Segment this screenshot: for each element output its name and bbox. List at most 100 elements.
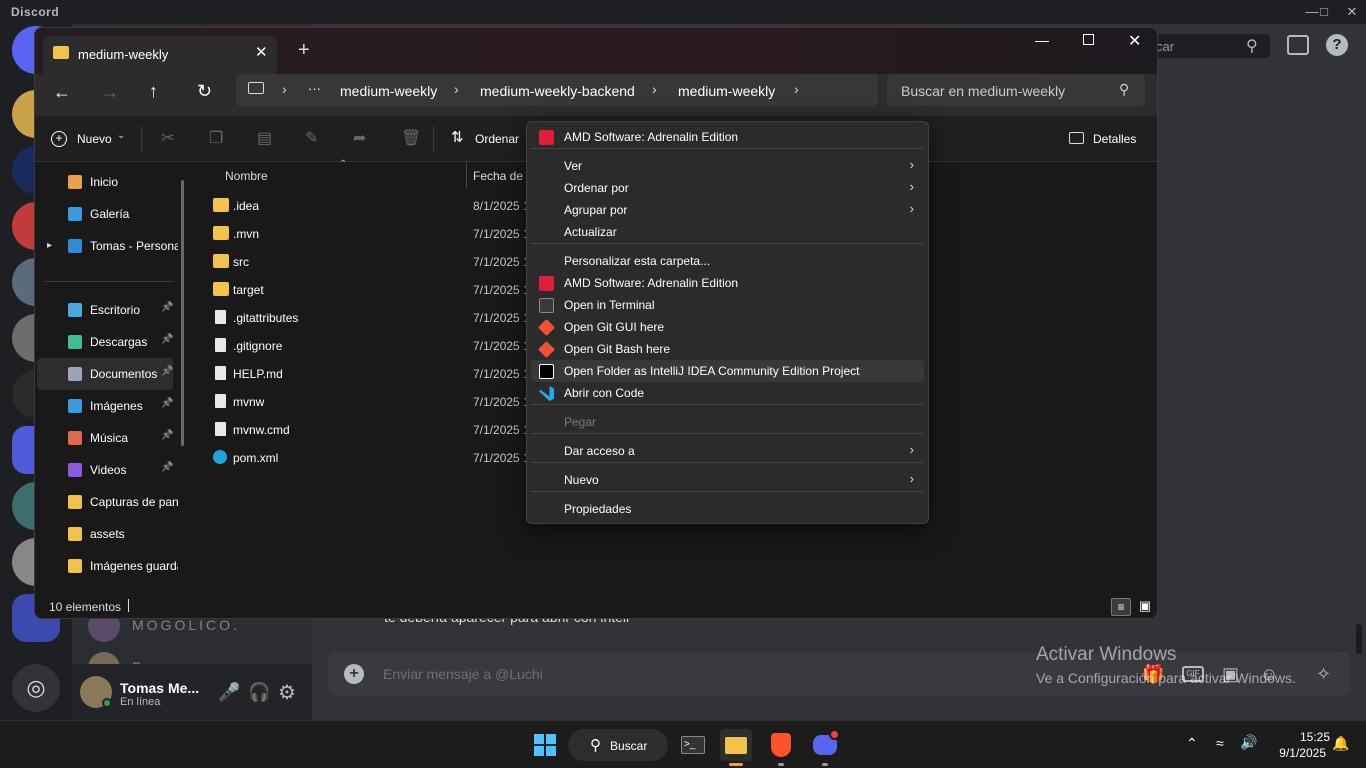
breadcrumb-item[interactable]: medium-weekly: [678, 83, 775, 99]
terminal-icon[interactable]: >_: [677, 729, 709, 761]
menu-item[interactable]: Agrupar por ›: [531, 199, 924, 221]
clock-date[interactable]: 9/1/2025: [1270, 746, 1326, 760]
close-tab-icon[interactable]: ✕: [255, 43, 268, 61]
sidebar-item[interactable]: Imágenes guardadas: [35, 551, 180, 581]
microphone-icon[interactable]: 🎤: [218, 682, 240, 703]
menu-item-label: Ordenar por: [564, 181, 629, 195]
menu-item[interactable]: Nuevo ›: [531, 469, 924, 491]
new-tab-button[interactable]: +: [298, 39, 310, 62]
inbox-icon[interactable]: [1287, 35, 1309, 55]
taskbar-search-button[interactable]: ⚲ Buscar: [568, 729, 668, 761]
menu-item[interactable]: AMD Software: Adrenalin Edition: [531, 272, 924, 294]
forward-arrow-icon[interactable]: →: [101, 82, 119, 103]
volume-icon[interactable]: 🔊: [1240, 734, 1257, 751]
sidebar-item[interactable]: Inicio: [35, 167, 180, 197]
scrollbar[interactable]: [1356, 624, 1362, 654]
paste-icon[interactable]: ▤: [257, 128, 272, 148]
menu-item-label: Personalizar esta carpeta...: [564, 254, 711, 268]
sidebar-item[interactable]: Galería: [35, 199, 180, 229]
menu-item[interactable]: Actualizar: [531, 221, 924, 243]
folder-icon: [68, 527, 82, 541]
menu-item[interactable]: Open in Terminal: [531, 294, 924, 316]
file-name: mvnw: [233, 395, 265, 409]
share-icon[interactable]: ➦: [353, 128, 366, 148]
activate-windows-watermark: Activar Windows Ve a Configuración para …: [1036, 644, 1296, 686]
sort-button[interactable]: Ordenar: [475, 132, 519, 146]
maximize-icon[interactable]: [1083, 34, 1094, 45]
sidebar-item[interactable]: assets: [35, 519, 180, 549]
dm-name[interactable]: MOGOLICO.: [132, 617, 240, 633]
onedrive-icon: [68, 239, 82, 253]
discord-taskbar-icon[interactable]: [809, 729, 841, 761]
menu-item[interactable]: Abrir con Code: [531, 382, 924, 404]
sidebar-item[interactable]: Escritorio 📌: [35, 295, 180, 325]
up-arrow-icon[interactable]: ↑: [149, 81, 158, 102]
discover-icon[interactable]: ◎: [12, 664, 60, 712]
menu-item[interactable]: Open Git Bash here: [531, 338, 924, 360]
navigation-pane: ▸ Inicio Galería Tomas - Personal Escritori…: [35, 162, 191, 594]
menu-item[interactable]: AMD Software: Adrenalin Edition: [531, 126, 924, 148]
breadcrumb[interactable]: › ··· medium-weekly › medium-weekly-back…: [236, 74, 878, 106]
breadcrumb-item[interactable]: medium-weekly-backend: [480, 83, 635, 99]
back-arrow-icon[interactable]: ←: [53, 82, 71, 103]
sidebar-item[interactable]: Documentos 📌: [35, 359, 180, 389]
copy-icon[interactable]: ❐: [209, 128, 223, 148]
tab-medium-weekly[interactable]: medium-weekly ✕: [43, 36, 277, 74]
column-header-name[interactable]: Nombre: [225, 169, 268, 183]
notifications-icon[interactable]: 🔔: [1332, 735, 1349, 752]
menu-item[interactable]: Open Folder as IntelliJ IDEA Community E…: [531, 360, 924, 382]
close-icon[interactable]: ✕: [1339, 2, 1365, 22]
file-name: .idea: [233, 199, 260, 213]
file-date: 7/1/2025 1: [473, 367, 530, 381]
windows-start-icon[interactable]: [529, 729, 561, 761]
minimize-icon[interactable]: —: [1035, 32, 1049, 48]
headphones-icon[interactable]: 🎧: [248, 682, 270, 703]
chevron-up-icon[interactable]: ⌃: [1186, 735, 1198, 752]
menu-item[interactable]: Propiedades: [531, 498, 924, 520]
cut-icon[interactable]: ✂: [161, 128, 174, 148]
taskbar: ⚲ Buscar >_ ⌃ ≈ 🔊 15:25 9/1/2025 🔔: [0, 720, 1366, 768]
menu-item[interactable]: Personalizar esta carpeta...: [531, 250, 924, 272]
new-button[interactable]: Nuevo: [77, 132, 112, 146]
sidebar-item[interactable]: Tomas - Personal: [35, 231, 180, 261]
menu-separator: [531, 462, 924, 463]
item-count: 10 elementos: [49, 600, 122, 614]
terminal-icon: [539, 298, 554, 313]
apps-icon[interactable]: ✧: [1316, 664, 1331, 685]
refresh-icon[interactable]: ↻: [197, 81, 212, 102]
details-view-icon[interactable]: ≡: [1111, 598, 1131, 616]
delete-icon[interactable]: 🗑: [401, 128, 421, 148]
wifi-icon[interactable]: ≈: [1216, 735, 1224, 751]
brave-browser-icon[interactable]: [765, 729, 797, 761]
menu-item[interactable]: Ordenar por ›: [531, 177, 924, 199]
tiles-view-icon[interactable]: ▣: [1135, 598, 1155, 616]
sidebar-item[interactable]: Capturas de pantalla: [35, 487, 180, 517]
help-icon[interactable]: ?: [1326, 34, 1348, 56]
scrollbar[interactable]: [181, 180, 184, 446]
settings-gear-icon[interactable]: ⚙: [278, 680, 296, 705]
message-placeholder: Enviar mensaje a @Luchi: [383, 666, 543, 682]
rename-icon[interactable]: ✎: [305, 128, 318, 148]
column-divider[interactable]: [466, 162, 467, 188]
close-window-icon[interactable]: ✕: [1128, 31, 1141, 51]
breadcrumb-item[interactable]: medium-weekly: [340, 83, 437, 99]
explorer-search-input[interactable]: Buscar en medium-weekly ⚲: [887, 74, 1145, 106]
menu-item[interactable]: Open Git GUI here: [531, 316, 924, 338]
sidebar-item[interactable]: Videos 📌: [35, 455, 180, 485]
file-explorer-icon[interactable]: [720, 729, 752, 761]
chevron-right-icon: ›: [909, 471, 914, 486]
sidebar-item-label: Inicio: [90, 175, 119, 189]
breadcrumb-more[interactable]: ···: [308, 81, 321, 96]
menu-item[interactable]: Ver ›: [531, 155, 924, 177]
clock-time[interactable]: 15:25: [1274, 730, 1330, 744]
menu-item[interactable]: Dar acceso a ›: [531, 440, 924, 462]
file-date: 7/1/2025 1: [473, 395, 530, 409]
menu-item-label: Abrir con Code: [564, 386, 645, 400]
active-indicator: [729, 763, 743, 766]
sidebar-item[interactable]: Descargas 📌: [35, 327, 180, 357]
details-button[interactable]: Detalles: [1093, 132, 1136, 146]
sidebar-item[interactable]: Imágenes 📌: [35, 391, 180, 421]
add-attachment-icon[interactable]: +: [344, 664, 364, 684]
sidebar-item[interactable]: Música 📌: [35, 423, 180, 453]
maximize-icon[interactable]: □: [1311, 2, 1337, 22]
